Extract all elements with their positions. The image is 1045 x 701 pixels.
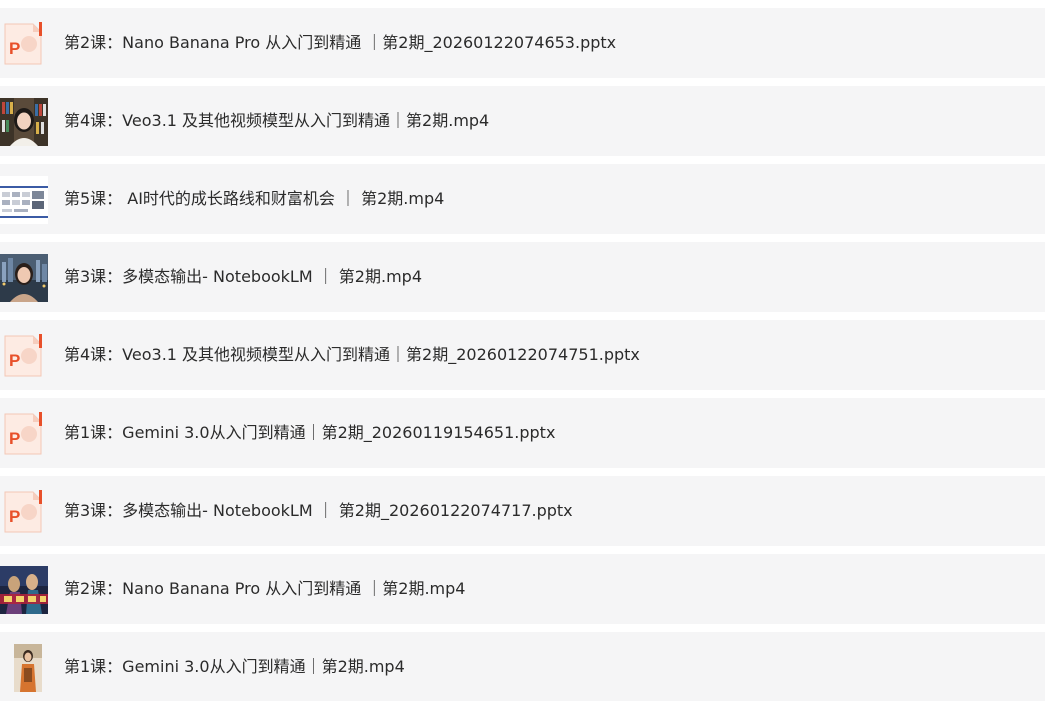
file-row[interactable]: 第3课：多模态输出- NotebookLM ｜ 第2期.mp4 [0,242,1045,312]
video-thumbnail-icon [0,98,48,146]
file-list: P 第2课：Nano Banana Pro 从入门到精通 ｜第2期_202601… [0,0,1045,701]
file-row[interactable]: 第5课： AI时代的成长路线和财富机会 ｜ 第2期.mp4 [0,164,1045,234]
file-name: 第2课：Nano Banana Pro 从入门到精通 ｜第2期.mp4 [64,579,466,598]
svg-text:P: P [9,39,20,58]
video-thumbnail-icon [0,566,48,614]
file-name: 第4课：Veo3.1 及其他视频模型从入门到精通｜第2期.mp4 [64,111,490,130]
file-name: 第1课：Gemini 3.0从入门到精通｜第2期_20260119154651.… [64,423,556,442]
video-thumbnail-icon [0,176,48,224]
ppt-file-icon: P [3,334,43,378]
file-row[interactable]: P 第1课：Gemini 3.0从入门到精通｜第2期_2026011915465… [0,398,1045,468]
svg-text:P: P [9,429,20,448]
svg-text:P: P [9,507,20,526]
file-name: 第4课：Veo3.1 及其他视频模型从入门到精通｜第2期_20260122074… [64,345,640,364]
video-thumbnail-icon [0,254,48,302]
file-name: 第3课：多模态输出- NotebookLM ｜ 第2期.mp4 [64,267,422,286]
file-row[interactable]: 第2课：Nano Banana Pro 从入门到精通 ｜第2期.mp4 [0,554,1045,624]
video-thumbnail-icon [14,644,42,692]
ppt-file-icon: P [3,22,43,66]
file-row[interactable]: 第4课：Veo3.1 及其他视频模型从入门到精通｜第2期.mp4 [0,86,1045,156]
file-row[interactable]: P 第4课：Veo3.1 及其他视频模型从入门到精通｜第2期_202601220… [0,320,1045,390]
file-name: 第3课：多模态输出- NotebookLM ｜ 第2期_202601220747… [64,501,573,520]
file-row[interactable]: 第1课：Gemini 3.0从入门到精通｜第2期.mp4 [0,632,1045,701]
ppt-file-icon: P [3,412,43,456]
file-row[interactable]: P 第3课：多模态输出- NotebookLM ｜ 第2期_2026012207… [0,476,1045,546]
file-name: 第2课：Nano Banana Pro 从入门到精通 ｜第2期_20260122… [64,33,617,52]
file-row[interactable]: P 第2课：Nano Banana Pro 从入门到精通 ｜第2期_202601… [0,8,1045,78]
file-name: 第1课：Gemini 3.0从入门到精通｜第2期.mp4 [64,657,405,676]
file-name: 第5课： AI时代的成长路线和财富机会 ｜ 第2期.mp4 [64,189,445,208]
svg-text:P: P [9,351,20,370]
ppt-file-icon: P [3,490,43,534]
